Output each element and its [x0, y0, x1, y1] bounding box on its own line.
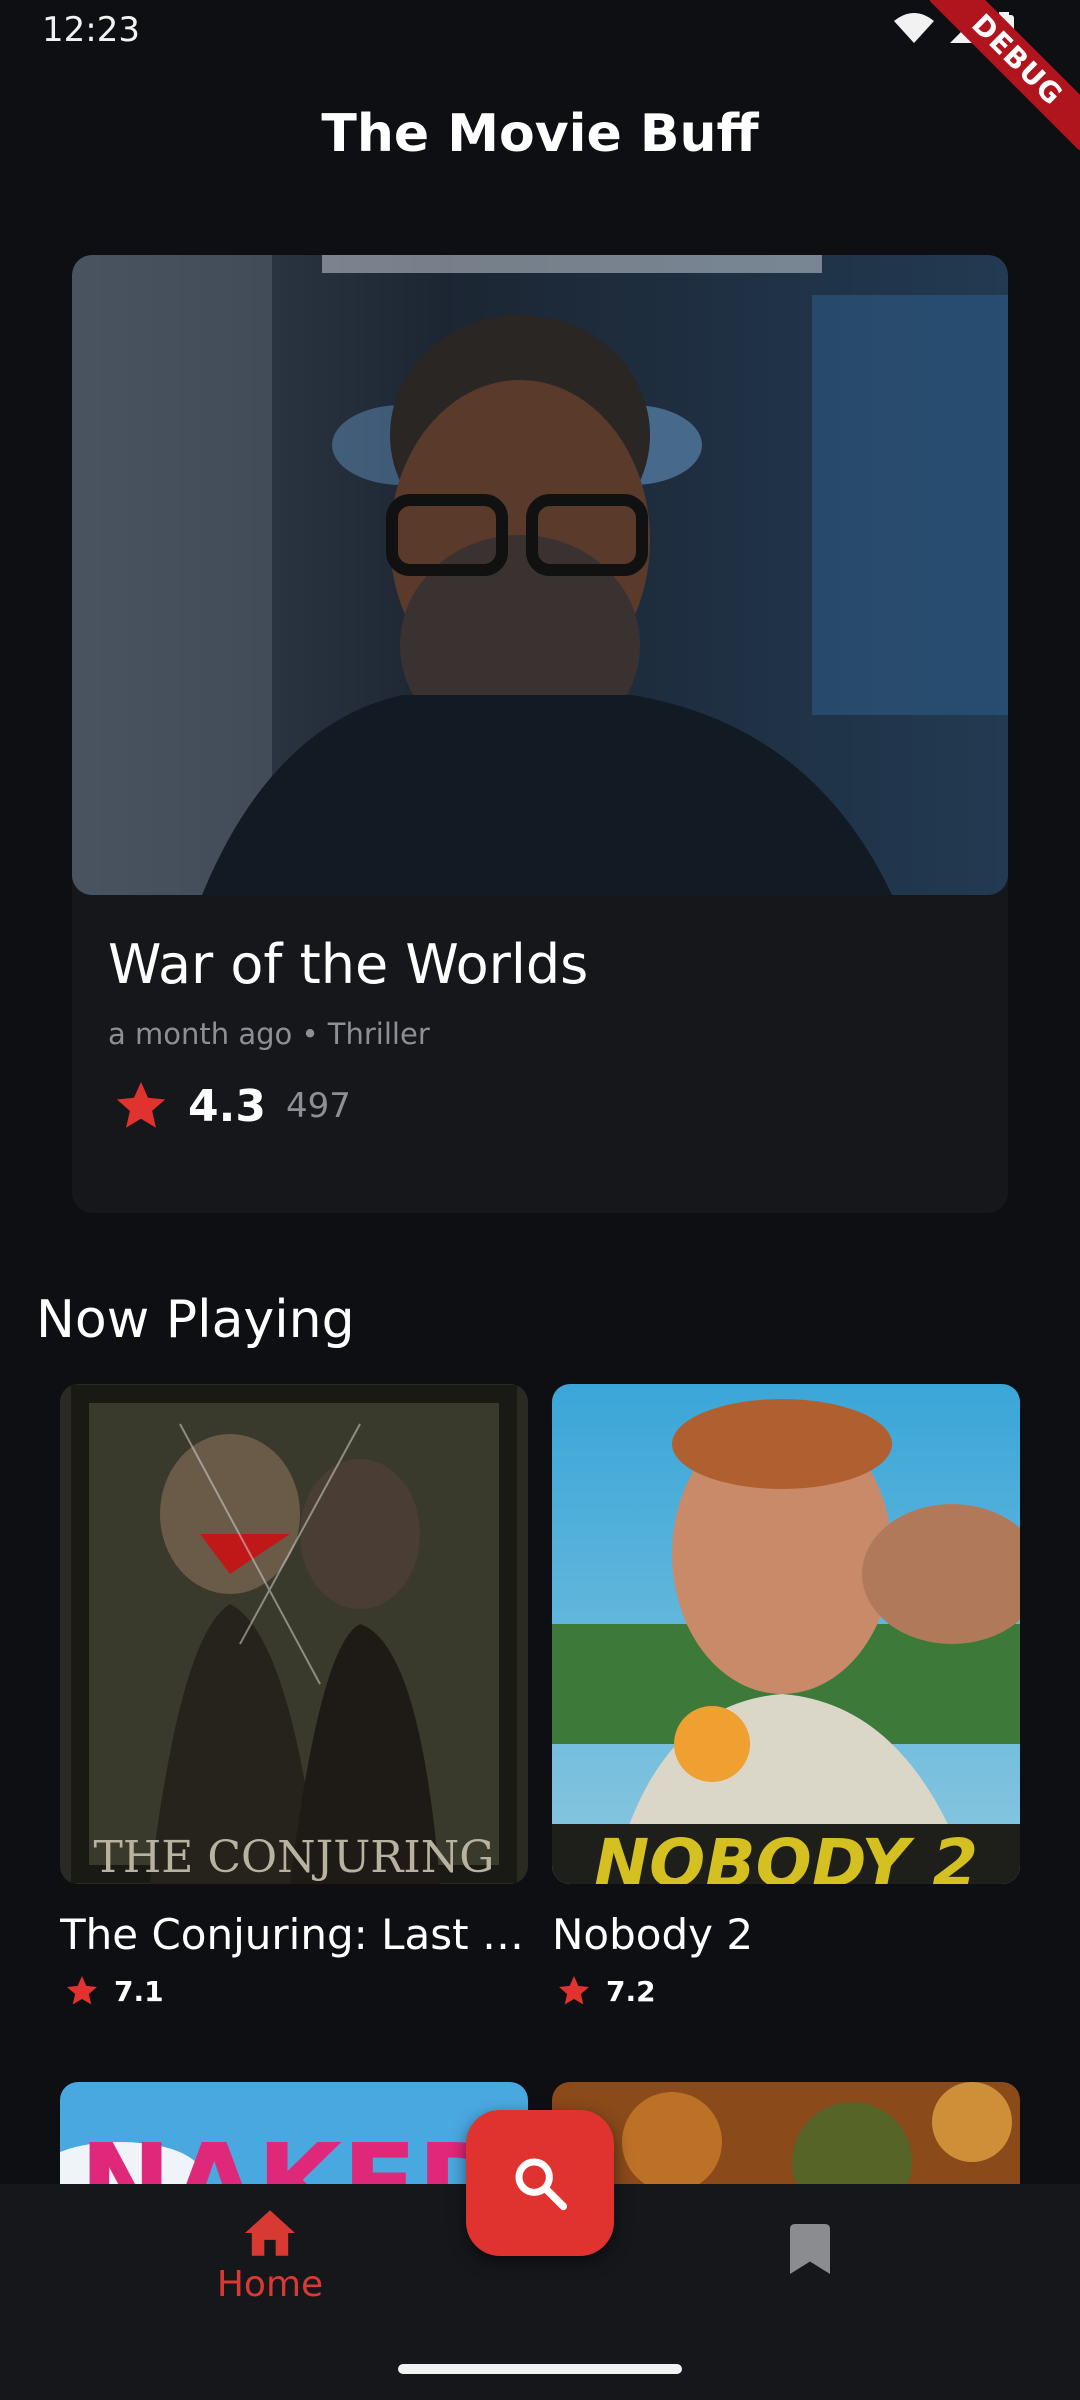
- movie-rating-score: 7.1: [114, 1974, 164, 2008]
- nav-home-label: Home: [216, 2264, 324, 2305]
- movie-card-conjuring[interactable]: THE CONJURING The Conjuring: Last Rites …: [60, 1384, 528, 2009]
- featured-movie-card[interactable]: War of the Worlds a month ago • Thriller…: [72, 255, 1008, 1213]
- search-button[interactable]: [466, 2110, 614, 2256]
- gesture-home-indicator[interactable]: [398, 2364, 682, 2374]
- app-title: The Movie Buff: [321, 104, 759, 164]
- movie-poster: THE CONJURING: [60, 1384, 528, 1884]
- movie-rating: 7.1: [60, 1973, 528, 2009]
- star-icon: [559, 1976, 589, 2005]
- star-icon: [67, 1976, 97, 2005]
- home-icon: [245, 2210, 295, 2256]
- bookmark-icon: [790, 2224, 830, 2274]
- featured-rating: 4.3 497: [108, 1077, 351, 1135]
- poster-text: NOBODY 2: [594, 1825, 978, 1884]
- now-playing-heading: Now Playing: [36, 1290, 355, 1350]
- movie-poster: NOBODY 2: [552, 1384, 1020, 1884]
- featured-backdrop-image: [72, 255, 1008, 895]
- movie-rating: 7.2: [552, 1973, 1020, 2009]
- movie-title: Nobody 2: [552, 1910, 754, 1959]
- featured-rating-score: 4.3: [188, 1080, 266, 1132]
- poster-text: THE CONJURING: [94, 1832, 495, 1883]
- star-icon: [116, 1081, 166, 1128]
- status-time: 12:23: [42, 10, 140, 50]
- featured-meta: a month ago • Thriller: [108, 1017, 430, 1051]
- movie-title: The Conjuring: Last Rites: [60, 1910, 528, 1959]
- movie-card-nobody-2[interactable]: NOBODY 2 Nobody 2 7.2: [552, 1384, 1020, 2009]
- nav-home[interactable]: Home: [210, 2208, 330, 2305]
- featured-title: War of the Worlds: [108, 933, 589, 996]
- featured-vote-count: 497: [285, 1086, 351, 1126]
- nav-bookmarks[interactable]: [780, 2224, 840, 2274]
- status-bar: 12:23: [0, 0, 1080, 62]
- wifi-icon: [894, 13, 934, 43]
- movie-rating-score: 7.2: [606, 1974, 656, 2008]
- search-icon: [515, 2158, 568, 2211]
